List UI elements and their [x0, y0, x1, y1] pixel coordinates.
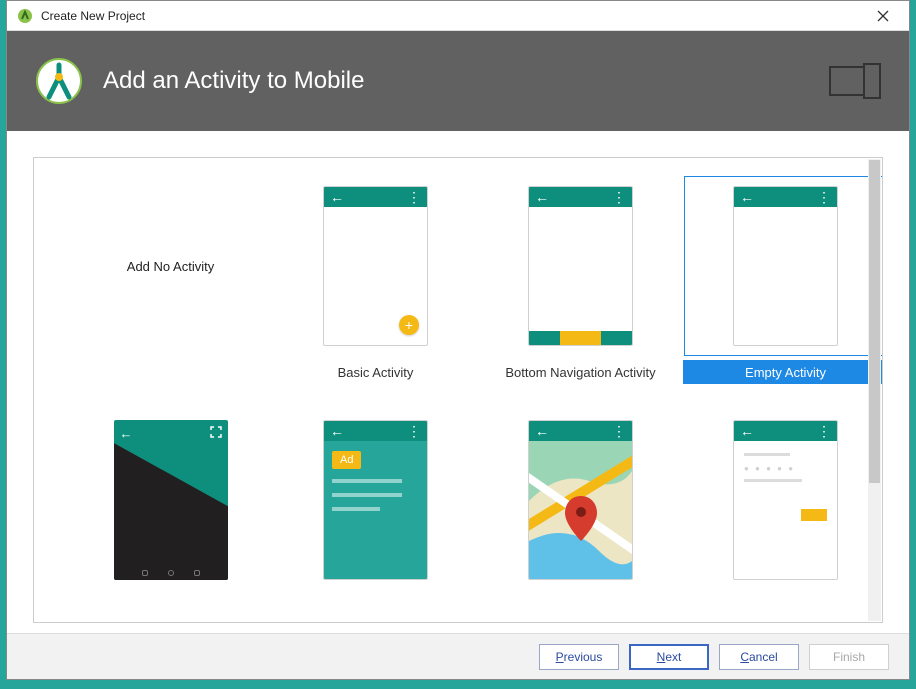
- back-arrow-icon: ←: [740, 190, 754, 204]
- basic-activity-thumb: ← ⋮ +: [323, 186, 428, 346]
- back-arrow-icon: ←: [535, 424, 549, 438]
- template-basic-activity[interactable]: ← ⋮ + Basic Activity: [273, 176, 478, 384]
- template-label: Bottom Navigation Activity: [478, 360, 683, 384]
- template-label: Empty Activity: [683, 360, 883, 384]
- wizard-header: Add an Activity to Mobile: [7, 31, 909, 131]
- ad-badge: Ad: [332, 451, 361, 469]
- fab-icon: +: [399, 315, 419, 335]
- previous-button[interactable]: Previous: [539, 644, 619, 670]
- maps-activity-thumb: ← ⋮: [528, 420, 633, 580]
- finish-button: Finish: [809, 644, 889, 670]
- empty-activity-thumb: ← ⋮: [733, 186, 838, 346]
- content-area: Add No Activity ← ⋮ +: [7, 131, 909, 633]
- bottomnav-activity-thumb: ← ⋮: [528, 186, 633, 346]
- page-title: Add an Activity to Mobile: [103, 67, 829, 95]
- android-studio-logo-icon: [35, 57, 83, 105]
- fullscreen-activity-thumb: ←: [114, 420, 228, 580]
- template-maps-activity[interactable]: ← ⋮: [478, 410, 683, 590]
- template-login-activity[interactable]: ← ⋮ ● ● ● ● ●: [683, 410, 883, 590]
- template-fullscreen-activity[interactable]: ←: [68, 410, 273, 590]
- scrollbar[interactable]: [868, 159, 881, 621]
- back-arrow-icon: ←: [330, 424, 344, 438]
- cancel-button[interactable]: Cancel: [719, 644, 799, 670]
- template-admob-activity[interactable]: ← ⋮ Ad: [273, 410, 478, 590]
- overflow-menu-icon: ⋮: [817, 424, 831, 438]
- template-label: [68, 360, 273, 384]
- overflow-menu-icon: ⋮: [407, 190, 421, 204]
- scrollbar-thumb[interactable]: [869, 160, 880, 483]
- overflow-menu-icon: ⋮: [612, 190, 626, 204]
- close-button[interactable]: [863, 2, 903, 30]
- template-bottom-navigation-activity[interactable]: ← ⋮ Bottom Navigation Activity: [478, 176, 683, 384]
- titlebar: Create New Project: [7, 1, 909, 31]
- back-arrow-icon: ←: [740, 424, 754, 438]
- android-studio-icon: [17, 8, 33, 24]
- overflow-menu-icon: ⋮: [817, 190, 831, 204]
- back-arrow-icon: ←: [535, 190, 549, 204]
- fullscreen-icon: [210, 426, 222, 441]
- login-activity-thumb: ← ⋮ ● ● ● ● ●: [733, 420, 838, 580]
- no-activity-thumb: Add No Activity: [118, 186, 223, 346]
- overflow-menu-icon: ⋮: [612, 424, 626, 438]
- wizard-footer: Previous Next Cancel Finish: [7, 633, 909, 679]
- template-add-no-activity[interactable]: Add No Activity: [68, 176, 273, 384]
- template-label: Basic Activity: [273, 360, 478, 384]
- overflow-menu-icon: ⋮: [407, 424, 421, 438]
- back-arrow-icon: ←: [330, 190, 344, 204]
- device-frame-icon: [829, 63, 881, 99]
- dialog-window: Create New Project Add an Activity to Mo…: [6, 0, 910, 680]
- template-gallery: Add No Activity ← ⋮ +: [33, 157, 883, 623]
- ad-activity-thumb: ← ⋮ Ad: [323, 420, 428, 580]
- template-empty-activity[interactable]: ← ⋮ Empty Activity: [683, 176, 883, 384]
- next-button[interactable]: Next: [629, 644, 709, 670]
- back-arrow-icon: ←: [120, 426, 133, 441]
- window-title: Create New Project: [41, 9, 863, 23]
